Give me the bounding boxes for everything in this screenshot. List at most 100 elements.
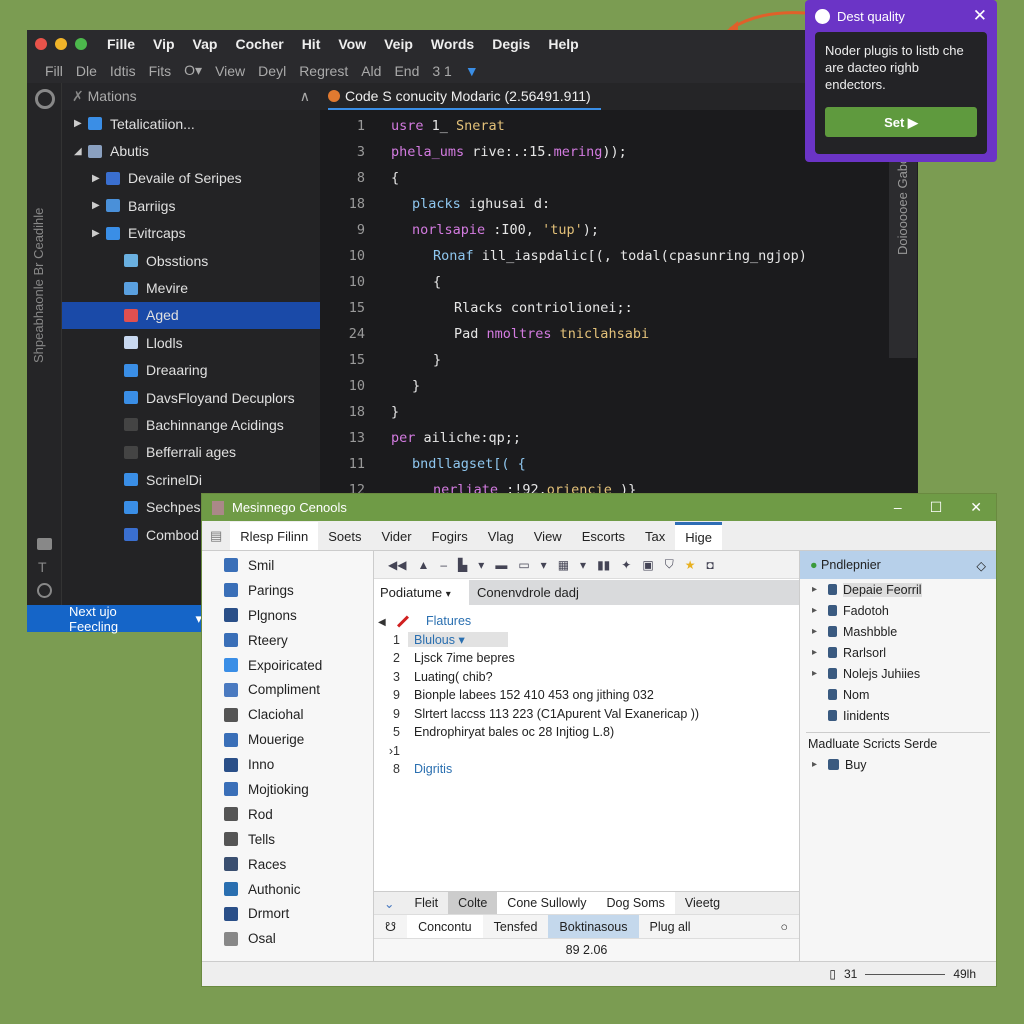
nav-item[interactable]: Osal xyxy=(202,926,373,951)
right-item[interactable]: ▸ Nolejs Juhiies xyxy=(800,663,996,684)
account-icon[interactable] xyxy=(37,583,52,598)
ribbon-tab[interactable]: View xyxy=(524,522,572,550)
caret-right-icon[interactable]: ▸ xyxy=(812,647,828,658)
content-row[interactable]: 5 Endrophiryat bales oc 28 Injtiog L.8) xyxy=(374,723,799,742)
tree-item[interactable]: ▶ Tetalicatiion... xyxy=(62,110,320,137)
ribbon-tab[interactable]: Fogirs xyxy=(422,522,478,550)
nav-item[interactable]: Rod xyxy=(202,802,373,827)
right-item[interactable]: ▸ Buy xyxy=(800,754,996,775)
tree-item[interactable]: ▶ Evitrcaps xyxy=(62,220,320,247)
tree-item[interactable]: ▶ Devaile of Seripes xyxy=(62,165,320,192)
window-icon[interactable]: ▭ xyxy=(518,558,529,572)
menu-item[interactable]: Hit xyxy=(302,36,321,52)
tree-item[interactable]: Obsstions xyxy=(62,247,320,274)
set-button[interactable]: Set ▶ xyxy=(825,107,977,137)
caret-right-icon[interactable]: ▸ xyxy=(812,626,828,637)
nav-item[interactable]: Parings xyxy=(202,578,373,603)
toolbar-item[interactable]: Dle xyxy=(76,63,97,79)
caret-right-icon[interactable]: ▸ xyxy=(812,668,828,679)
tree-item[interactable]: Bachinnange Acidings xyxy=(62,411,320,438)
ribbon-tab[interactable]: Tax xyxy=(635,522,675,550)
maximize-icon[interactable]: ☐ xyxy=(930,499,943,516)
tree-item[interactable]: ScrinelDi xyxy=(62,466,320,493)
toolbar-item[interactable]: Fill xyxy=(45,63,63,79)
caret-right-icon[interactable]: ▶ xyxy=(92,200,106,211)
toolbar-item[interactable]: Deyl xyxy=(258,63,286,79)
nav-item[interactable]: Mojtioking xyxy=(202,777,373,802)
right-item[interactable]: Iinidents xyxy=(800,705,996,726)
toolbar-item[interactable]: Fits xyxy=(149,63,172,79)
close-icon[interactable]: ✕ xyxy=(973,6,987,26)
caret-right-icon[interactable]: ▸ xyxy=(812,759,828,770)
content-row[interactable]: 2 Ljsck 7ime bepres xyxy=(374,649,799,668)
ribbon-tab[interactable]: Hige xyxy=(675,522,723,550)
content-row[interactable]: 1 Blulous ▾ xyxy=(374,631,799,650)
menu-item[interactable]: Degis xyxy=(492,36,530,52)
toolbar-item[interactable]: O▾ xyxy=(184,62,202,79)
refresh-icon[interactable]: ○ xyxy=(769,915,799,939)
chevron-down-icon[interactable]: ⌄ xyxy=(374,892,404,915)
toolbar-item[interactable]: End xyxy=(394,63,419,79)
bottom-tab[interactable]: Colte xyxy=(448,891,498,915)
caret-right-icon[interactable]: ▸ xyxy=(812,584,828,595)
nav-item[interactable]: Drmort xyxy=(202,901,373,926)
book-icon[interactable]: ▬ xyxy=(495,558,507,572)
bottom-tab[interactable]: Cone Sullowly xyxy=(497,891,597,915)
tree-item[interactable]: Mevire xyxy=(62,274,320,301)
up-icon[interactable]: ▲ xyxy=(417,558,429,572)
pin-icon[interactable]: ◇ xyxy=(976,558,986,573)
menu-item[interactable]: Help xyxy=(548,36,578,52)
bottom-row-item[interactable]: Boktinasous xyxy=(548,914,639,939)
maximize-button[interactable] xyxy=(75,38,87,50)
menu-item[interactable]: Words xyxy=(431,36,474,52)
close-button[interactable] xyxy=(35,38,47,50)
caret-right-icon[interactable]: ▸ xyxy=(812,605,828,616)
nav-item[interactable]: Tells xyxy=(202,827,373,852)
toolbar-item[interactable]: View xyxy=(215,63,245,79)
chevron-down-icon[interactable]: ▾ xyxy=(580,558,586,572)
tree-item[interactable]: ◢ Abutis xyxy=(62,137,320,164)
right-item[interactable]: ▸ Rarlsorl xyxy=(800,642,996,663)
text-icon[interactable]: T xyxy=(38,559,47,575)
toolbar-item[interactable]: Ald xyxy=(361,63,381,79)
ribbon-tab[interactable]: Escorts xyxy=(572,522,635,550)
tree-item[interactable]: ▶ Barriigs xyxy=(62,192,320,219)
collapse-icon[interactable]: ∧ xyxy=(300,88,310,105)
zoom-slider[interactable] xyxy=(865,973,946,975)
shield-icon[interactable]: ⛉ xyxy=(665,557,674,572)
tree-item[interactable]: DavsFloyand Decuplors xyxy=(62,384,320,411)
category-dropdown[interactable]: Podiatume ▾ xyxy=(374,585,469,600)
content-row[interactable]: 9 Bionple labees 152 410 453 ong jithing … xyxy=(374,686,799,705)
image-icon[interactable]: ▣ xyxy=(642,558,653,572)
bottom-tab[interactable]: Fleit xyxy=(404,892,448,915)
right-panel-header[interactable]: ● Pndlepnier ◇ xyxy=(800,551,996,579)
menu-item[interactable]: Vap xyxy=(193,36,218,52)
right-item[interactable]: ▸ Mashbble xyxy=(800,621,996,642)
tree-item[interactable]: Dreaaring xyxy=(62,357,320,384)
filter-input[interactable]: Conenvdrole dadj xyxy=(469,580,799,605)
right-item[interactable]: ▸ Depaie Feorril xyxy=(800,579,996,600)
right-item[interactable]: ▸ Fadotoh xyxy=(800,600,996,621)
bottom-row-item[interactable]: Concontu xyxy=(407,914,483,939)
content-row[interactable]: 8 Digritis xyxy=(374,760,799,779)
chart-icon[interactable]: ▙ xyxy=(458,558,467,572)
menu-item[interactable]: Cocher xyxy=(235,36,283,52)
grid-icon[interactable]: ▦ xyxy=(558,558,569,572)
nav-item[interactable]: Smil xyxy=(202,553,373,578)
camera-icon[interactable] xyxy=(37,538,52,550)
ribbon-tab[interactable]: Soets xyxy=(318,522,371,550)
nav-item[interactable]: Compliment xyxy=(202,677,373,702)
content-row[interactable]: 3 Luating( chib? xyxy=(374,668,799,687)
bottom-row-item[interactable]: Plug all xyxy=(639,915,702,939)
content-row[interactable]: ◀ Flatures xyxy=(374,612,799,631)
nav-item[interactable]: Rteery xyxy=(202,628,373,653)
menu-item[interactable]: Vip xyxy=(153,36,175,52)
nav-item[interactable]: Mouerige xyxy=(202,727,373,752)
clipboard-icon[interactable]: ▤ xyxy=(202,522,230,550)
toolbar-item[interactable]: 3 1 xyxy=(432,63,451,79)
star-icon[interactable]: ★ xyxy=(685,558,696,572)
close-icon[interactable]: ✕ xyxy=(970,499,982,516)
menu-item[interactable]: Fille xyxy=(107,36,135,52)
bottom-row-item[interactable]: Tensfed xyxy=(483,915,549,939)
nav-item[interactable]: Claciohal xyxy=(202,702,373,727)
